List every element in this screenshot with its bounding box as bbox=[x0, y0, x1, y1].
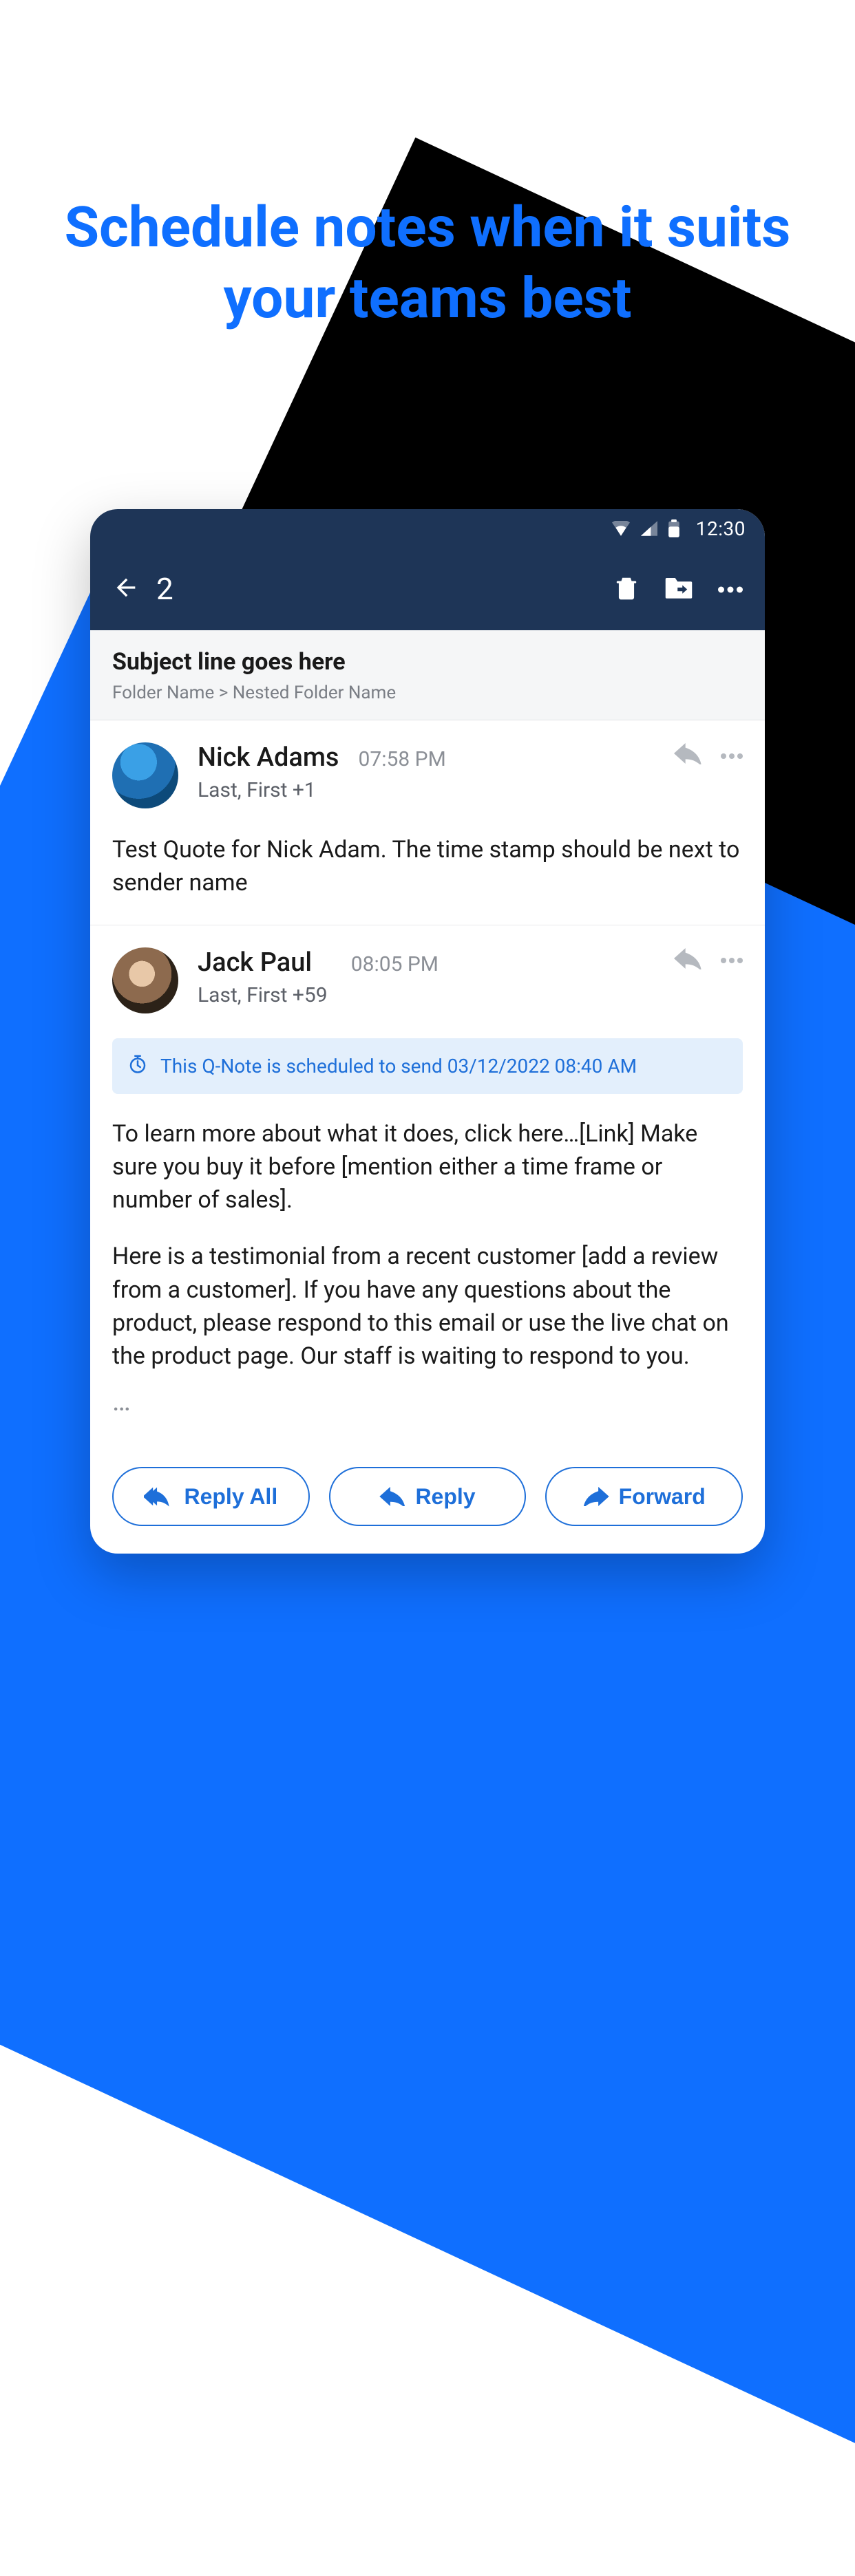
schedule-banner: This Q-Note is scheduled to send 03/12/2… bbox=[112, 1038, 743, 1094]
message-time: 08:05 PM bbox=[351, 952, 439, 976]
message-body: Test Quote for Nick Adam. The time stamp… bbox=[112, 833, 743, 900]
wifi-icon bbox=[612, 521, 630, 536]
sender-name: Nick Adams bbox=[198, 742, 339, 773]
subject-block: Subject line goes here Folder Name > Nes… bbox=[90, 630, 765, 720]
promo-headline: Schedule notes when it suits your teams … bbox=[0, 193, 855, 334]
more-icon[interactable] bbox=[718, 583, 743, 596]
subject-line: Subject line goes here bbox=[112, 648, 743, 676]
message-more-icon[interactable] bbox=[721, 749, 743, 762]
message-time: 07:58 PM bbox=[359, 747, 446, 771]
reply-label: Reply bbox=[415, 1484, 475, 1510]
avatar bbox=[112, 947, 178, 1013]
forward-button[interactable]: Forward bbox=[545, 1467, 743, 1526]
cellular-icon bbox=[641, 521, 657, 536]
stopwatch-icon bbox=[127, 1053, 148, 1079]
reply-button[interactable]: Reply bbox=[329, 1467, 527, 1526]
reply-all-label: Reply All bbox=[184, 1484, 277, 1510]
status-time: 12:30 bbox=[696, 517, 746, 540]
message-body-paragraph: To learn more about what it does, click … bbox=[112, 1117, 743, 1217]
schedule-text: This Q-Note is scheduled to send 03/12/2… bbox=[160, 1055, 637, 1077]
back-icon[interactable] bbox=[112, 574, 140, 604]
battery-icon bbox=[668, 519, 679, 537]
move-folder-icon[interactable] bbox=[664, 575, 693, 603]
phone-frame: 12:30 2 Subject line goes here Folder Na… bbox=[90, 509, 765, 1554]
message-item[interactable]: Nick Adams 07:58 PM Last, First +1 Test … bbox=[90, 720, 765, 925]
message-body: To learn more about what it does, click … bbox=[112, 1117, 743, 1373]
avatar bbox=[112, 742, 178, 808]
app-toolbar: 2 bbox=[90, 548, 765, 630]
forward-label: Forward bbox=[619, 1484, 706, 1510]
reply-icon[interactable] bbox=[674, 947, 701, 972]
trash-icon[interactable] bbox=[613, 575, 640, 603]
message-body-paragraph: Here is a testimonial from a recent cust… bbox=[112, 1240, 743, 1373]
recipient-summary: Last, First +59 bbox=[198, 983, 655, 1007]
message-item[interactable]: Jack Paul 08:05 PM Last, First +59 This … bbox=[90, 925, 765, 1443]
show-more-ellipsis[interactable]: … bbox=[112, 1385, 743, 1417]
folder-breadcrumb: Folder Name > Nested Folder Name bbox=[112, 683, 743, 703]
reply-all-button[interactable]: Reply All bbox=[112, 1467, 310, 1526]
reply-icon[interactable] bbox=[674, 742, 701, 767]
sender-name: Jack Paul bbox=[198, 947, 312, 978]
status-bar: 12:30 bbox=[90, 509, 765, 548]
toolbar-count: 2 bbox=[156, 571, 173, 607]
message-body-paragraph: Test Quote for Nick Adam. The time stamp… bbox=[112, 833, 743, 900]
message-more-icon[interactable] bbox=[721, 953, 743, 966]
action-row: Reply All Reply Forward bbox=[90, 1442, 765, 1526]
recipient-summary: Last, First +1 bbox=[198, 778, 655, 802]
